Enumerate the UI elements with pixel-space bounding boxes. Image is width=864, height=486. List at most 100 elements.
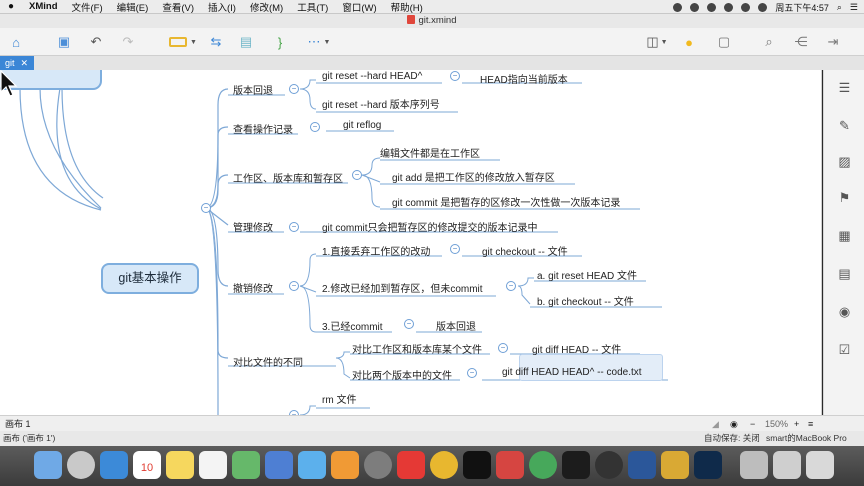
xmind-icon[interactable] [397, 451, 425, 479]
close-icon[interactable]: ✕ [21, 58, 29, 68]
topic-checkout-note[interactable]: git checkout -- 文件 [482, 243, 568, 258]
collapse-icon[interactable]: − [289, 281, 299, 291]
menu-file[interactable]: 文件(F) [65, 0, 110, 14]
topic-style-button[interactable]: ▼ [166, 33, 200, 51]
undo-icon[interactable]: ↶ [86, 33, 106, 51]
sync-app-icon[interactable] [529, 451, 557, 479]
collapse-icon[interactable]: − [201, 203, 211, 213]
menu-help[interactable]: 帮助(H) [384, 0, 430, 14]
topic-checkout-file[interactable]: b. git checkout -- 文件 [537, 293, 634, 308]
search-icon[interactable]: ⌕ [837, 2, 842, 13]
filter-icon[interactable]: ◢ [712, 416, 719, 432]
image-icon[interactable]: ▨ [836, 154, 853, 170]
autosave-status[interactable]: 自动保存: 关闭 [704, 431, 760, 446]
menu-window[interactable]: 窗口(W) [335, 0, 383, 14]
mindmap-canvas[interactable]: git基本操作 − 版本回退 − git reset --hard HEAD^ … [0, 70, 822, 415]
collapse-icon[interactable]: − [310, 122, 320, 132]
topic-rollback-note[interactable]: 版本回退 [436, 318, 476, 333]
volume-icon[interactable] [741, 2, 751, 12]
keynote-icon[interactable] [265, 451, 293, 479]
calendar-icon[interactable]: 10 [133, 451, 161, 479]
layout-icon[interactable]: ▢ [715, 33, 733, 51]
zoom-out-icon[interactable]: − [750, 416, 755, 432]
sheet-label[interactable]: 画布 1 [5, 416, 31, 432]
battery-icon[interactable] [758, 2, 768, 12]
relationship-icon[interactable]: ⇆ [206, 33, 226, 51]
topic-reflog[interactable]: git reflog [343, 120, 381, 131]
folder-icon[interactable] [740, 451, 768, 479]
collapse-icon[interactable]: − [498, 343, 508, 353]
collapse-icon[interactable]: − [506, 281, 516, 291]
appstore-icon[interactable] [298, 451, 326, 479]
task-icon[interactable]: ☑ [836, 342, 853, 358]
photoshop-icon[interactable] [694, 451, 722, 479]
share-icon[interactable]: ⋲ [792, 33, 810, 51]
topic-commit-staged[interactable]: git commit只会把暂存区的修改提交的版本记录中 [322, 219, 538, 234]
menu-edit[interactable]: 编辑(E) [110, 0, 156, 14]
launchpad-icon[interactable] [67, 451, 95, 479]
clipart-icon[interactable]: ▦ [836, 228, 853, 244]
zoom-level[interactable]: 150% [765, 416, 788, 432]
topic-head-note[interactable]: HEAD指向当前版本 [480, 71, 568, 86]
search-icon[interactable]: ⌕ [760, 33, 778, 51]
topic-workspace[interactable]: 工作区、版本库和暂存区 [233, 170, 343, 185]
presentation-button[interactable]: ◫ ▼ [642, 33, 672, 51]
status-icon[interactable] [690, 2, 700, 12]
collapse-icon[interactable]: − [289, 84, 299, 94]
status-icon[interactable] [707, 2, 717, 12]
topic-edit-files[interactable]: 编辑文件都是在工作区 [380, 145, 480, 160]
idea-icon[interactable]: ● [680, 33, 698, 51]
menu-tools[interactable]: 工具(T) [290, 0, 335, 14]
finder-icon[interactable] [34, 451, 62, 479]
chrome-icon[interactable] [430, 451, 458, 479]
topic-git-commit[interactable]: git commit 是把暂存的区修改一次性做一次版本记录 [392, 194, 620, 209]
obs-icon[interactable] [595, 451, 623, 479]
topic-reset-serial[interactable]: git reset --hard 版本序列号 [322, 96, 440, 111]
list-icon[interactable]: ☰ [850, 2, 858, 13]
flag-icon[interactable]: ⚑ [836, 190, 853, 206]
home-icon[interactable]: ⌂ [6, 33, 26, 51]
topic-reset-head-file[interactable]: a. git reset HEAD 文件 [537, 267, 637, 282]
menu-modify[interactable]: 修改(M) [243, 0, 290, 14]
reminders-icon[interactable] [199, 451, 227, 479]
more-button[interactable]: ⋯ ▼ [302, 33, 336, 51]
photo-app-icon[interactable] [100, 451, 128, 479]
wifi-icon[interactable] [724, 2, 734, 12]
menu-insert[interactable]: 插入(I) [201, 0, 243, 14]
topic-view-log[interactable]: 查看操作记录 [233, 121, 293, 136]
pencil-app-icon[interactable] [661, 451, 689, 479]
status-icon[interactable] [673, 2, 683, 12]
topic-git-add[interactable]: git add 是把工作区的修改放入暂存区 [392, 169, 555, 184]
word-icon[interactable] [628, 451, 656, 479]
tab-git[interactable]: git ✕ [0, 56, 34, 70]
clock[interactable]: 周五下午4:57 [775, 1, 829, 14]
topic-compare-versions[interactable]: 对比两个版本中的文件 [352, 367, 452, 382]
notes-app-icon[interactable] [166, 451, 194, 479]
collapse-icon[interactable]: − [404, 319, 414, 329]
collapse-icon[interactable]: − [352, 170, 362, 180]
topic-rm-file[interactable]: rm 文件 [322, 391, 356, 406]
topic-diff-head[interactable]: git diff HEAD -- 文件 [532, 341, 621, 356]
menu-icon[interactable]: ≡ [808, 416, 813, 432]
topic-version-rollback[interactable]: 版本回退 [233, 82, 273, 97]
redo-icon[interactable]: ↷ [118, 33, 138, 51]
topic-undo-changes[interactable]: 撤销修改 [233, 280, 273, 295]
boundary-icon[interactable]: ▤ [236, 33, 256, 51]
downloads-icon[interactable] [773, 451, 801, 479]
topic-compare-workspace[interactable]: 对比工作区和版本库某个文件 [352, 341, 482, 356]
eye-icon[interactable]: ◉ [730, 416, 738, 432]
qq-icon[interactable] [463, 451, 491, 479]
zoom-in-icon[interactable]: + [794, 416, 799, 432]
topic-already-committed[interactable]: 3.已经commit [322, 318, 383, 333]
outline-icon[interactable]: ☰ [836, 80, 853, 96]
system-preferences-icon[interactable] [364, 451, 392, 479]
menu-app[interactable]: XMind [22, 1, 65, 12]
summary-icon[interactable]: } [270, 33, 290, 51]
trash-icon[interactable] [806, 451, 834, 479]
topic-manage-changes[interactable]: 管理修改 [233, 219, 273, 234]
collapse-icon[interactable]: − [450, 244, 460, 254]
export-icon[interactable]: ⇥ [824, 33, 842, 51]
collapse-icon[interactable]: − [467, 368, 477, 378]
ibooks-icon[interactable] [331, 451, 359, 479]
central-topic[interactable]: git基本操作 [101, 263, 199, 294]
